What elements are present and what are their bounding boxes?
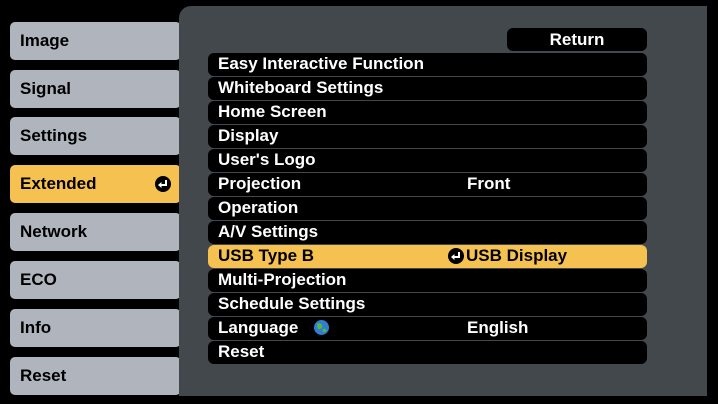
menu-item-operation[interactable]: Operation xyxy=(208,197,647,220)
sidebar-item-label: Signal xyxy=(20,79,72,98)
menu-item-label: Projection xyxy=(218,174,302,193)
menu-item-label: Language xyxy=(218,318,299,337)
sidebar-item-label: ECO xyxy=(20,270,57,289)
enter-icon xyxy=(448,248,464,264)
sidebar-item-signal[interactable]: Signal xyxy=(10,70,181,108)
sidebar-item-extended[interactable]: Extended xyxy=(10,165,181,203)
menu-item-label-wrap: Language xyxy=(218,318,330,338)
menu-item-value: English xyxy=(467,318,529,337)
menu-item-schedule-settings[interactable]: Schedule Settings xyxy=(208,293,647,316)
sidebar-item-info[interactable]: Info xyxy=(10,309,181,347)
menu-item-label: Operation xyxy=(218,198,299,217)
menu-item-label: Display xyxy=(218,126,279,145)
menu-item-label: Multi-Projection xyxy=(218,270,347,289)
menu-item-display[interactable]: Display xyxy=(208,125,647,148)
menu-item-users-logo[interactable]: User's Logo xyxy=(208,149,647,172)
sidebar-item-reset[interactable]: Reset xyxy=(10,357,181,395)
menu-item-label: Home Screen xyxy=(218,102,327,121)
sidebar-item-image[interactable]: Image xyxy=(10,22,181,60)
globe-icon xyxy=(313,319,330,336)
menu-item-projection[interactable]: Projection Front xyxy=(208,173,647,196)
menu-item-label: User's Logo xyxy=(218,150,316,169)
sidebar-item-network[interactable]: Network xyxy=(10,213,181,251)
menu-item-home-screen[interactable]: Home Screen xyxy=(208,101,647,124)
menu-item-usb-type-b[interactable]: USB Type B USB Display xyxy=(208,245,647,268)
menu-item-av-settings[interactable]: A/V Settings xyxy=(208,221,647,244)
menu-item-label: Easy Interactive Function xyxy=(218,54,424,73)
menu-item-multi-projection[interactable]: Multi-Projection xyxy=(208,269,647,292)
sidebar-item-settings[interactable]: Settings xyxy=(10,117,181,155)
menu-item-easy-interactive-function[interactable]: Easy Interactive Function xyxy=(208,53,647,76)
menu-item-label: Reset xyxy=(218,342,265,361)
sidebar-item-label: Info xyxy=(20,318,52,337)
sidebar-item-label: Reset xyxy=(20,366,67,385)
menu-item-reset[interactable]: Reset xyxy=(208,341,647,364)
return-button[interactable]: Return xyxy=(507,28,647,51)
menu-item-label: Schedule Settings xyxy=(218,294,366,313)
menu-item-value-wrap: USB Display xyxy=(448,246,567,266)
sidebar-item-label: Image xyxy=(20,31,70,50)
menu-item-value: Front xyxy=(467,174,511,193)
sidebar-item-label: Network xyxy=(20,222,88,241)
menu-item-value: USB Display xyxy=(466,246,568,265)
menu-item-whiteboard-settings[interactable]: Whiteboard Settings xyxy=(208,77,647,100)
menu-item-label: A/V Settings xyxy=(218,222,319,241)
enter-icon xyxy=(155,176,171,192)
sidebar-item-label: Settings xyxy=(20,126,88,145)
sidebar-item-label: Extended xyxy=(20,174,97,193)
menu-item-label: USB Type B xyxy=(218,246,315,265)
menu-item-language[interactable]: Language English xyxy=(208,317,647,340)
sidebar-item-eco[interactable]: ECO xyxy=(10,261,181,299)
menu-item-label: Whiteboard Settings xyxy=(218,78,384,97)
